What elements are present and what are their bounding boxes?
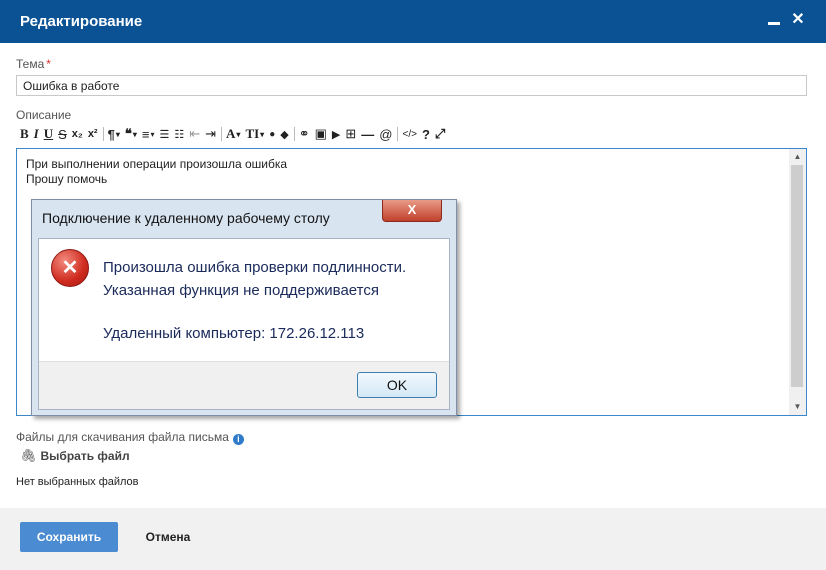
scroll-down-icon[interactable]: ▼ — [789, 402, 806, 411]
close-button[interactable]: ✕ — [786, 8, 810, 32]
toolbar-separator — [102, 127, 104, 141]
quote-button[interactable]: ❝ ▾ — [125, 125, 137, 143]
required-mark: * — [46, 57, 51, 71]
screenshot-ok-button: OK — [357, 372, 437, 398]
link-button[interactable]: ⚭ — [299, 125, 310, 143]
ordered-list-button[interactable]: ☰ — [159, 125, 169, 143]
no-files-text: Нет выбранных файлов — [16, 476, 139, 488]
minimize-icon — [768, 22, 780, 25]
underline-button[interactable]: U — [44, 125, 53, 143]
table-button[interactable]: ⊞ — [345, 125, 356, 143]
indent-button[interactable]: ⇥ — [205, 125, 216, 143]
editor-text-line: При выполнении операции произошла ошибка — [26, 157, 288, 171]
attachments-label: Файлы для скачивания файла письма i — [16, 430, 244, 445]
scroll-thumb[interactable] — [791, 165, 803, 387]
screenshot-footer: OK — [39, 361, 449, 409]
cancel-button[interactable]: Отмена — [132, 522, 204, 552]
save-button[interactable]: Сохранить — [20, 522, 118, 552]
subject-input[interactable] — [16, 75, 807, 96]
horizontal-line-button[interactable]: — — [361, 125, 374, 143]
image-button[interactable]: ▣ — [315, 125, 327, 143]
scroll-up-icon[interactable]: ▲ — [789, 152, 806, 161]
superscript-button[interactable]: x² — [88, 125, 98, 143]
description-label: Описание — [16, 108, 72, 122]
source-code-button[interactable]: </> — [402, 125, 416, 143]
description-editor[interactable]: При выполнении операции произошла ошибка… — [16, 148, 807, 416]
paragraph-format-button[interactable]: ¶ ▾ — [108, 125, 120, 143]
subscript-button[interactable]: x₂ — [72, 125, 83, 143]
dialog-titlebar: Редактирование ✕ — [0, 0, 826, 43]
unordered-list-button[interactable]: ☷ — [174, 125, 184, 143]
dialog-footer: Сохранить Отмена — [0, 508, 826, 570]
embedded-error-screenshot: Подключение к удаленному рабочему столу … — [31, 199, 457, 416]
font-color-button[interactable]: A ▾ — [226, 125, 240, 143]
highlight-button[interactable]: ● — [269, 125, 275, 143]
editor-toolbar: B I U S x₂ x² ¶ ▾ ❝ ▾ ≡ ▾ ☰ ☷ ⇤ ⇥ A ▾ TI ▾ ● … — [20, 125, 450, 143]
strikethrough-button[interactable]: S — [58, 125, 67, 143]
screenshot-body: ✕ Произошла ошибка проверки подлинности.… — [38, 238, 450, 410]
editor-text-line: Прошу помочь — [26, 172, 108, 186]
screenshot-message: Указанная функция не поддерживается — [103, 282, 379, 299]
close-icon: ✕ — [791, 11, 805, 28]
align-button[interactable]: ≡ ▾ — [142, 125, 155, 143]
video-button[interactable]: ▶ — [332, 125, 340, 143]
error-icon: ✕ — [51, 249, 89, 287]
toolbar-separator — [397, 127, 399, 141]
info-icon[interactable]: i — [232, 434, 244, 445]
screenshot-close-icon: X — [382, 200, 442, 222]
font-size-button[interactable]: TI ▾ — [245, 125, 264, 143]
subject-label: Тема * — [16, 57, 51, 71]
screenshot-message: Удаленный компьютер: 172.26.12.113 — [103, 325, 365, 342]
screenshot-window-title: Подключение к удаленному рабочему столу — [42, 210, 330, 226]
choose-file-button[interactable]: 🖇 Выбрать файл — [20, 448, 130, 464]
help-button[interactable]: ? — [422, 125, 430, 143]
editor-scrollbar[interactable]: ▲ ▼ — [789, 149, 806, 415]
italic-button[interactable]: I — [34, 125, 39, 143]
bold-button[interactable]: B — [20, 125, 29, 143]
dialog-title: Редактирование — [20, 13, 143, 30]
outdent-button[interactable]: ⇤ — [189, 125, 200, 143]
paperclip-icon: 🖇 — [20, 448, 37, 463]
toolbar-separator — [221, 127, 223, 141]
minimize-button[interactable] — [762, 8, 786, 32]
clear-format-button[interactable]: ◆ — [280, 125, 288, 143]
mention-button[interactable]: @ — [379, 125, 392, 143]
fullscreen-button[interactable]: ⤢ — [435, 125, 445, 143]
toolbar-separator — [293, 127, 295, 141]
screenshot-message: Произошла ошибка проверки подлинности. — [103, 259, 407, 276]
